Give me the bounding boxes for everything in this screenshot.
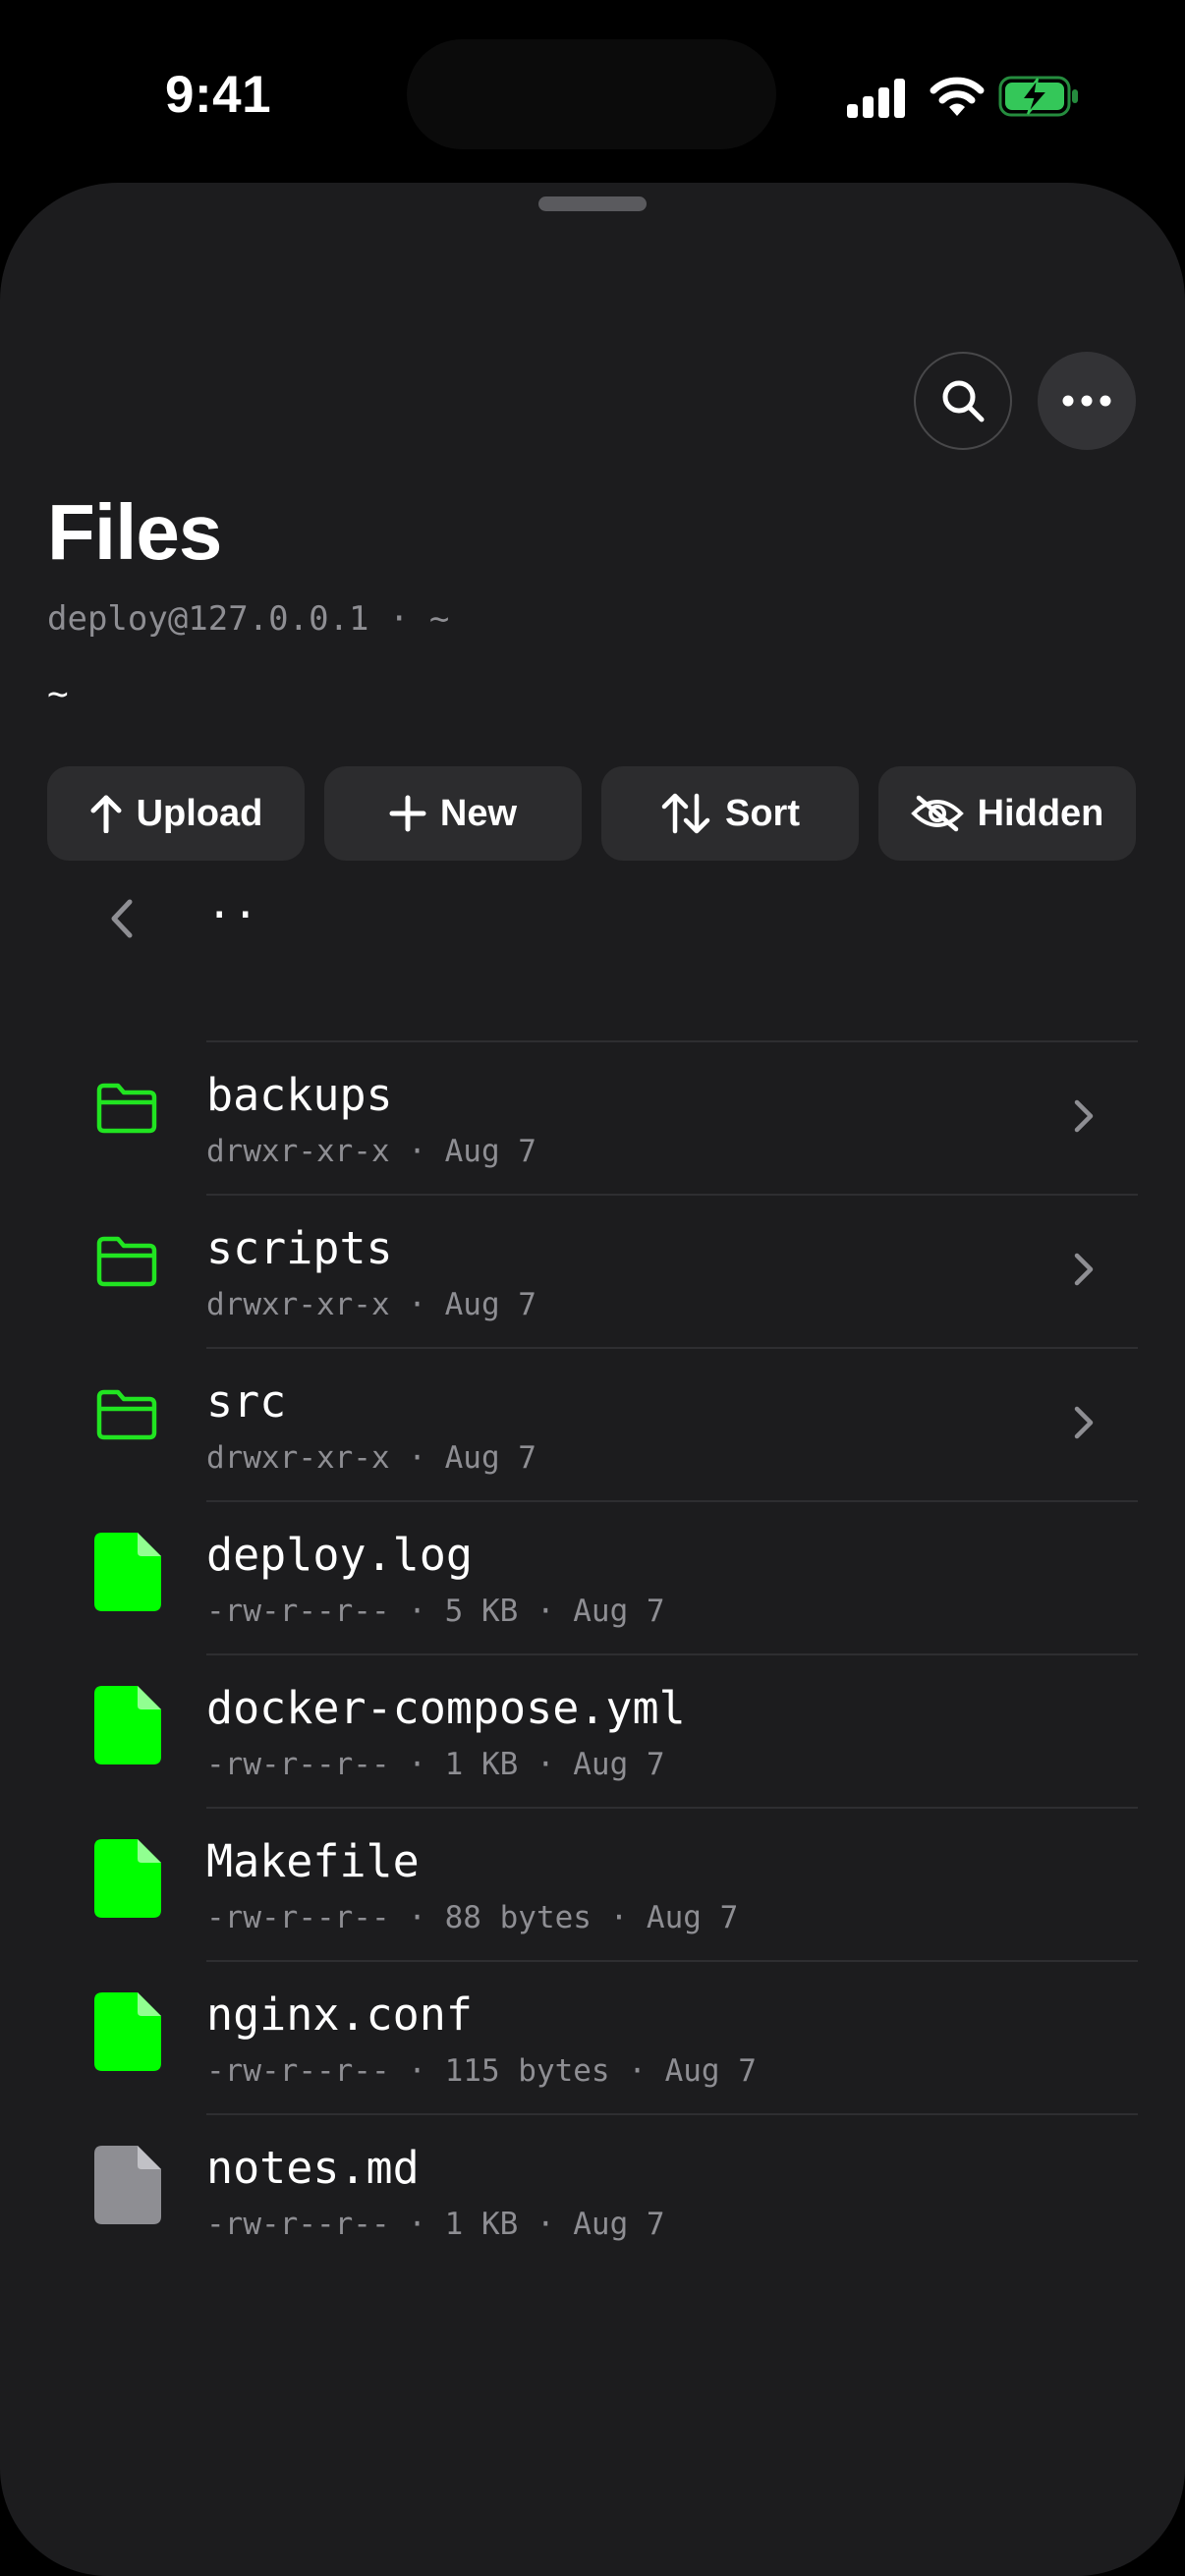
sort-arrows-icon <box>661 793 710 834</box>
eye-slash-icon <box>910 795 964 832</box>
sort-button[interactable]: Sort <box>601 766 859 861</box>
item-name: nginx.conf <box>206 1988 473 2041</box>
sheet-grabber[interactable] <box>538 196 647 211</box>
folder-icon <box>96 1083 157 1134</box>
item-meta: -rw-r--r-- · 5 KB · Aug 7 <box>206 1594 665 1629</box>
item-meta: drwxr-xr-x · Aug 7 <box>206 1440 536 1476</box>
chevron-right-icon <box>1074 1099 1094 1133</box>
item-name: backups <box>206 1069 393 1121</box>
status-time: 9:41 <box>165 66 272 124</box>
list-item-notes-md[interactable]: notes.md -rw-r--r-- · 1 KB · Aug 7 <box>0 2114 1185 2268</box>
item-name: src <box>206 1375 287 1428</box>
folder-icon <box>96 1236 157 1287</box>
hidden-toggle-button[interactable]: Hidden <box>878 766 1136 861</box>
new-label: New <box>439 792 518 834</box>
action-bar: Upload New Sort Hidden <box>47 766 1138 861</box>
new-button[interactable]: New <box>324 766 582 861</box>
item-name: Makefile <box>206 1835 420 1887</box>
item-meta: drwxr-xr-x · Aug 7 <box>206 1287 536 1322</box>
battery-charging-icon <box>998 76 1078 117</box>
status-bar: 9:41 <box>0 0 1185 187</box>
current-path: ~ <box>47 674 69 714</box>
wifi-icon <box>930 77 985 116</box>
page-title: Files <box>47 488 222 576</box>
hidden-label: Hidden <box>977 792 1104 834</box>
arrow-up-icon <box>90 795 122 833</box>
list-item-deploy-log[interactable]: deploy.log -rw-r--r-- · 5 KB · Aug 7 <box>0 1501 1185 1654</box>
cellular-signal-icon <box>847 79 905 118</box>
list-item-makefile[interactable]: Makefile -rw-r--r-- · 88 bytes · Aug 7 <box>0 1808 1185 1961</box>
list-item-docker-compose[interactable]: docker-compose.yml -rw-r--r-- · 1 KB · A… <box>0 1654 1185 1808</box>
connection-subtitle: deploy@127.0.0.1 · ~ <box>47 599 450 639</box>
file-icon <box>94 1839 161 1918</box>
item-name: deploy.log <box>206 1529 473 1581</box>
list-item-scripts[interactable]: scripts drwxr-xr-x · Aug 7 <box>0 1195 1185 1348</box>
more-button[interactable] <box>1038 352 1136 450</box>
chevron-left-icon <box>111 899 133 938</box>
item-name: scripts <box>206 1222 393 1274</box>
file-icon <box>94 1992 161 2071</box>
item-meta: -rw-r--r-- · 88 bytes · Aug 7 <box>206 1900 739 1935</box>
file-icon <box>94 2146 161 2224</box>
item-meta: drwxr-xr-x · Aug 7 <box>206 1134 536 1169</box>
item-meta: -rw-r--r-- · 1 KB · Aug 7 <box>206 2207 665 2242</box>
list-item-src[interactable]: src drwxr-xr-x · Aug 7 <box>0 1348 1185 1501</box>
parent-directory-row[interactable]: .. <box>0 863 1185 980</box>
parent-directory-label: .. <box>206 878 258 928</box>
item-name: docker-compose.yml <box>206 1682 686 1734</box>
list-item-backups[interactable]: backups drwxr-xr-x · Aug 7 <box>0 1041 1185 1195</box>
item-name: notes.md <box>206 2142 420 2194</box>
search-button[interactable] <box>914 352 1012 450</box>
chevron-right-icon <box>1074 1253 1094 1286</box>
file-icon <box>94 1686 161 1764</box>
list-item-nginx-conf[interactable]: nginx.conf -rw-r--r-- · 115 bytes · Aug … <box>0 1961 1185 2114</box>
sort-label: Sort <box>725 792 800 834</box>
dynamic-island <box>407 39 776 149</box>
file-icon <box>94 1533 161 1611</box>
upload-button[interactable]: Upload <box>47 766 305 861</box>
ellipsis-icon <box>1062 395 1111 407</box>
folder-icon <box>96 1389 157 1440</box>
item-meta: -rw-r--r-- · 1 KB · Aug 7 <box>206 1747 665 1782</box>
item-meta: -rw-r--r-- · 115 bytes · Aug 7 <box>206 2053 757 2089</box>
search-icon <box>942 380 985 422</box>
chevron-right-icon <box>1074 1406 1094 1439</box>
plus-icon <box>389 795 426 832</box>
upload-label: Upload <box>136 792 263 834</box>
